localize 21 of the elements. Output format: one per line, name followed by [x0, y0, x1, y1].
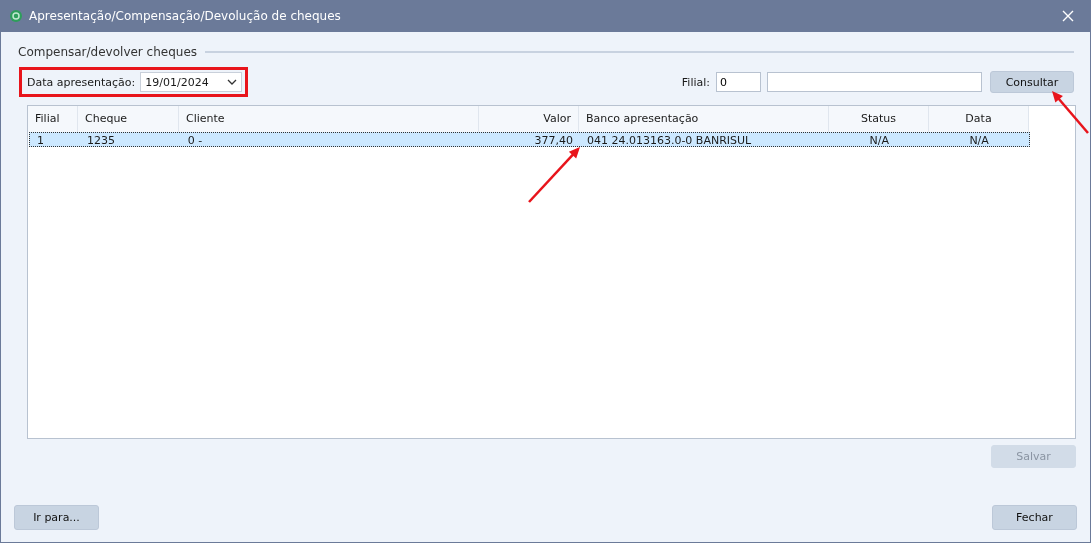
group-title: Compensar/devolver cheques: [18, 45, 198, 59]
table-cell-text: 1235: [85, 133, 116, 146]
table-cell-text: 1: [36, 133, 45, 146]
close-dialog-button[interactable]: Fechar: [992, 505, 1077, 530]
date-field[interactable]: 19/01/2024: [140, 72, 243, 92]
name-field[interactable]: [767, 72, 982, 92]
filial-field[interactable]: 0: [716, 72, 761, 92]
goto-button[interactable]: Ir para...: [14, 505, 99, 530]
consultar-button[interactable]: Consultar: [990, 71, 1074, 93]
close-icon: [1062, 10, 1074, 22]
filial-label: Filial:: [681, 75, 710, 89]
table-row[interactable]: 1 1235 0 - 377,40 041 24.013163.0-0 BANRISUL N/A N/A: [29, 132, 1030, 147]
app-icon: [9, 9, 23, 23]
window-title: Apresentação/Compensação/Devolução de cheques: [29, 9, 341, 23]
table-cell-text: 0 -: [186, 133, 204, 146]
table-cell-text: N/A: [968, 133, 990, 146]
date-label: Data apresentação:: [27, 75, 136, 89]
table-cell-text: N/A: [868, 133, 891, 146]
chevron-icon: [227, 79, 238, 85]
table-cell-text: 041 24.013163.0-0 BANRISUL: [585, 133, 753, 146]
table-cell-text: 377,40: [533, 133, 574, 146]
